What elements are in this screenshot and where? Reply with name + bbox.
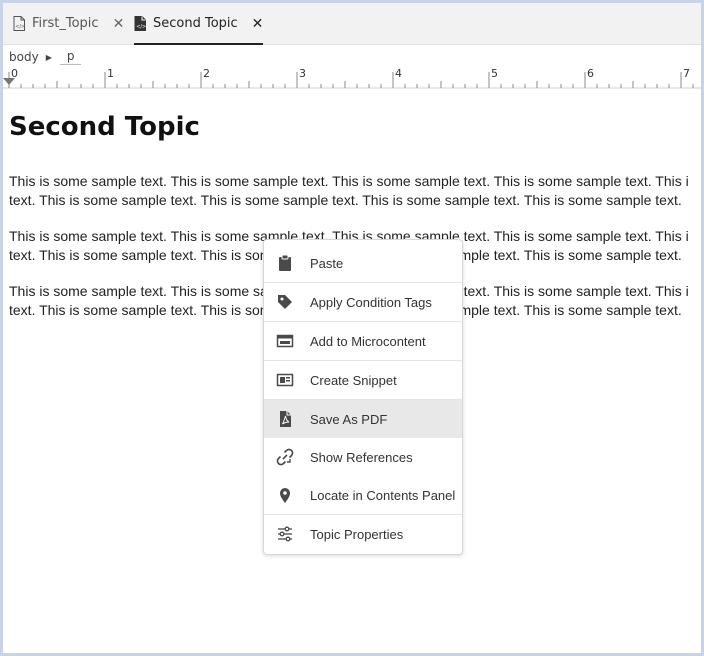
close-icon[interactable]: ✕ [113, 16, 125, 32]
tab-label: Second Topic [153, 16, 238, 31]
breadcrumb-root[interactable]: body [9, 50, 39, 64]
menu-item-add-to-microcontent[interactable]: Add to Microcontent [264, 322, 462, 360]
ruler-label: 3 [299, 67, 306, 80]
ruler-label: 5 [491, 67, 498, 80]
svg-text:</>: </> [15, 24, 25, 30]
menu-item-label: Save As PDF [310, 411, 388, 427]
tab-second-topic[interactable]: </> Second Topic ✕ [134, 3, 264, 45]
close-icon[interactable]: ✕ [252, 16, 264, 32]
menu-item-paste[interactable]: Paste [264, 244, 462, 282]
menu-item-label: Add to Microcontent [310, 333, 426, 349]
microcontent-icon [276, 334, 294, 348]
ruler-label: 0 [11, 67, 18, 80]
page-title[interactable]: Second Topic [9, 106, 704, 148]
menu-item-label: Show References [310, 449, 413, 465]
menu-item-apply-condition-tags[interactable]: Apply Condition Tags [264, 283, 462, 321]
menu-item-label: Locate in Contents Panel [310, 487, 456, 503]
menu-item-label: Topic Properties [310, 526, 404, 542]
tab-bar: </> First_Topic ✕ </> Second Topic ✕ [3, 3, 701, 45]
ruler-label: 4 [395, 67, 402, 80]
menu-item-show-references[interactable]: Show References [264, 438, 462, 476]
document-icon: </> [13, 16, 25, 31]
menu-item-create-snippet[interactable]: Create Snippet [264, 361, 462, 399]
editor-content[interactable]: Second Topic This is some sample text. T… [9, 106, 704, 318]
pdf-icon [280, 411, 291, 427]
ruler-label: 7 [683, 67, 690, 80]
menu-item-label: Create Snippet [310, 372, 397, 388]
breadcrumb-current[interactable]: p [59, 49, 82, 65]
chevron-right-icon: ▶ [45, 52, 52, 62]
paragraph-1-line-2[interactable]: text. This is some sample text. This is … [9, 191, 682, 210]
tag-icon [278, 295, 292, 309]
sliders-icon [278, 526, 292, 542]
menu-item-topic-properties[interactable]: Topic Properties [264, 515, 462, 553]
ruler-label: 2 [203, 67, 210, 80]
document-icon: </> [134, 16, 146, 31]
snippet-icon [276, 373, 294, 387]
clipboard-icon [279, 254, 291, 271]
context-menu: Paste Apply Condition Tags Add to Microc… [263, 239, 463, 555]
tab-first-topic[interactable]: </> First_Topic ✕ [13, 3, 124, 44]
link-icon [276, 448, 294, 466]
ruler-label: 1 [107, 67, 114, 80]
tab-label: First_Topic [32, 16, 99, 31]
location-pin-icon [280, 488, 290, 503]
menu-item-label: Paste [310, 255, 344, 271]
menu-item-label: Apply Condition Tags [310, 294, 432, 310]
paragraph-1-line-1[interactable]: This is some sample text. This is some s… [9, 172, 689, 191]
svg-text:</>: </> [136, 24, 146, 30]
menu-item-save-as-pdf[interactable]: Save As PDF [264, 400, 462, 438]
ruler-label: 6 [587, 67, 594, 80]
ruler[interactable]: 0 1 2 3 4 5 6 7 [3, 66, 701, 92]
menu-item-locate-in-contents-panel[interactable]: Locate in Contents Panel [264, 476, 462, 514]
breadcrumb: body ▶ p [9, 48, 82, 66]
